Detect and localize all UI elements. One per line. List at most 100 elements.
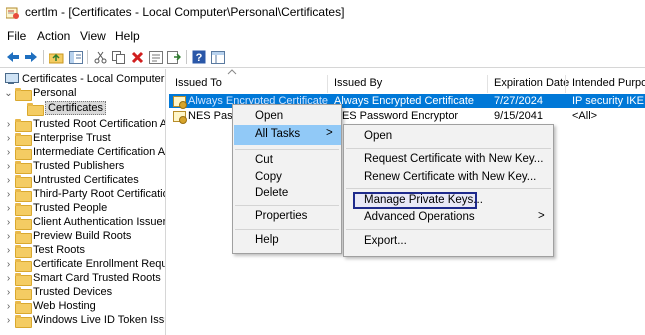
tree-item-label: Client Authentication Issuers — [33, 216, 166, 228]
menu-item-cut[interactable]: Cut — [255, 154, 273, 166]
folder-icon — [15, 146, 32, 160]
tree-item-store[interactable]: › Certificate Enrollment Reques — [4, 257, 165, 272]
menu-item-properties[interactable]: Properties — [255, 210, 307, 222]
chevron-right-icon[interactable]: › — [4, 173, 13, 187]
tree-item-store[interactable]: › Client Authentication Issuers — [4, 215, 166, 230]
tree-item-label: Intermediate Certification Au — [33, 146, 166, 158]
submenu-item-advanced-operations[interactable]: Advanced Operations — [364, 211, 475, 223]
copy-icon[interactable] — [110, 49, 127, 65]
chevron-right-icon[interactable]: › — [4, 299, 13, 313]
submenu-item-open[interactable]: Open — [364, 130, 392, 142]
folder-icon — [15, 118, 32, 132]
toolbar: ? — [0, 46, 645, 68]
tree-item-label: Enterprise Trust — [33, 132, 111, 144]
chevron-right-icon[interactable]: › — [4, 243, 13, 257]
tree-item-store[interactable]: › Preview Build Roots — [4, 229, 131, 244]
all-tasks-submenu: Open Request Certificate with New Key...… — [343, 124, 554, 257]
menu-item-copy[interactable]: Copy — [255, 171, 282, 183]
properties-icon[interactable] — [147, 49, 164, 65]
submenu-item-renew-new-key[interactable]: Renew Certificate with New Key... — [364, 171, 536, 183]
folder-icon — [15, 160, 32, 174]
tree-item-personal[interactable]: ⌄ Personal — [4, 86, 76, 101]
menu-item-delete[interactable]: Delete — [255, 187, 288, 199]
tree-item-store[interactable]: › Trusted Devices — [4, 285, 112, 300]
chevron-right-icon[interactable]: › — [4, 215, 13, 229]
delete-icon[interactable] — [129, 49, 146, 65]
cell-issued-by: NES Password Encryptor — [334, 110, 459, 122]
submenu-item-request-new-key[interactable]: Request Certificate with New Key... — [364, 153, 543, 165]
toolbar-separator — [87, 50, 88, 64]
menu-action[interactable]: Action — [37, 29, 70, 43]
tree-item-label: Trusted Root Certification Au — [33, 118, 166, 130]
chevron-right-icon[interactable]: › — [4, 145, 13, 159]
tree-item-store[interactable]: › Untrusted Certificates — [4, 173, 139, 188]
column-header-purpose[interactable]: Intended Purpos — [572, 77, 645, 89]
tree-item-certificates[interactable]: Certificates — [27, 101, 107, 116]
context-menu: Open All Tasks > Cut Copy Delete Propert… — [232, 104, 342, 254]
chevron-right-icon[interactable]: › — [4, 257, 13, 271]
menu-item-all-tasks[interactable]: All Tasks > — [234, 125, 341, 145]
back-arrow-icon[interactable] — [4, 49, 21, 65]
chevron-right-icon[interactable]: › — [4, 229, 13, 243]
cell-expiration: 9/15/2041 — [494, 110, 543, 122]
submenu-item-manage-private-keys[interactable]: Manage Private Keys... — [353, 192, 483, 209]
menu-file[interactable]: File — [7, 29, 26, 43]
up-folder-icon[interactable] — [48, 49, 65, 65]
forward-arrow-icon[interactable] — [22, 49, 39, 65]
tree-item-label: Web Hosting — [33, 300, 96, 312]
menu-help[interactable]: Help — [115, 29, 140, 43]
tree-item-store[interactable]: › Enterprise Trust — [4, 131, 111, 146]
tree-item-label: Trusted Publishers — [33, 160, 125, 172]
tree-item-store[interactable]: › Windows Live ID Token Issuer — [4, 313, 165, 328]
console-view-icon[interactable] — [209, 49, 226, 65]
cell-issued-to: NES Pass — [188, 110, 239, 122]
tree-item-store[interactable]: › Trusted Publishers — [4, 159, 125, 174]
chevron-right-icon[interactable]: › — [4, 285, 13, 299]
submenu-arrow-icon: > — [538, 210, 545, 222]
help-icon[interactable]: ? — [190, 49, 207, 65]
show-hide-tree-icon[interactable] — [67, 49, 84, 65]
title-bar: certlm - [Certificates - Local Computer\… — [0, 0, 645, 26]
menu-separator — [235, 205, 339, 206]
tree-item-store[interactable]: › Third-Party Root Certification — [4, 187, 165, 202]
chevron-right-icon[interactable]: › — [4, 159, 13, 173]
chevron-right-icon[interactable]: › — [4, 201, 13, 215]
export-list-icon[interactable] — [165, 49, 182, 65]
submenu-item-export[interactable]: Export... — [364, 235, 407, 247]
folder-icon — [15, 87, 32, 101]
column-header-issued-by[interactable]: Issued By — [334, 77, 382, 89]
tree-item-store[interactable]: › Intermediate Certification Au — [4, 145, 166, 160]
cell-expiration: 7/27/2024 — [494, 95, 543, 107]
tree-item-store[interactable]: › Test Roots — [4, 243, 85, 258]
chevron-right-icon[interactable]: › — [4, 131, 13, 145]
tree-item-root[interactable]: Certificates - Local Computer — [4, 72, 164, 86]
chevron-right-icon[interactable]: › — [4, 271, 13, 285]
column-divider[interactable] — [487, 75, 488, 93]
folder-icon — [15, 174, 32, 188]
cell-issued-by: Always Encrypted Certificate — [334, 95, 474, 107]
folder-icon — [15, 258, 32, 272]
column-header-expiration[interactable]: Expiration Date — [494, 77, 569, 89]
menu-view[interactable]: View — [80, 29, 106, 43]
chevron-right-icon[interactable]: › — [4, 313, 13, 327]
menu-separator — [346, 148, 551, 149]
menu-item-help[interactable]: Help — [255, 234, 279, 246]
tree-item-store[interactable]: › Trusted People — [4, 201, 108, 216]
tree-item-store[interactable]: › Trusted Root Certification Au — [4, 117, 166, 132]
cut-icon[interactable] — [92, 49, 109, 65]
column-divider[interactable] — [565, 75, 566, 93]
column-header-issued-to[interactable]: Issued To — [175, 77, 222, 89]
tree-item-store[interactable]: › Web Hosting — [4, 299, 96, 314]
chevron-right-icon[interactable]: › — [4, 187, 13, 201]
window-title: certlm - [Certificates - Local Computer\… — [25, 5, 345, 19]
sort-ascending-icon — [227, 69, 237, 75]
folder-icon — [15, 300, 32, 314]
tree-item-label: Trusted People — [33, 202, 108, 214]
chevron-right-icon[interactable]: › — [4, 117, 13, 131]
menu-separator — [235, 229, 339, 230]
chevron-down-icon[interactable]: ⌄ — [4, 86, 13, 100]
column-divider[interactable] — [327, 75, 328, 93]
tree-item-store[interactable]: › Smart Card Trusted Roots — [4, 271, 161, 286]
menu-item-open[interactable]: Open — [255, 110, 283, 122]
folder-icon — [15, 286, 32, 300]
